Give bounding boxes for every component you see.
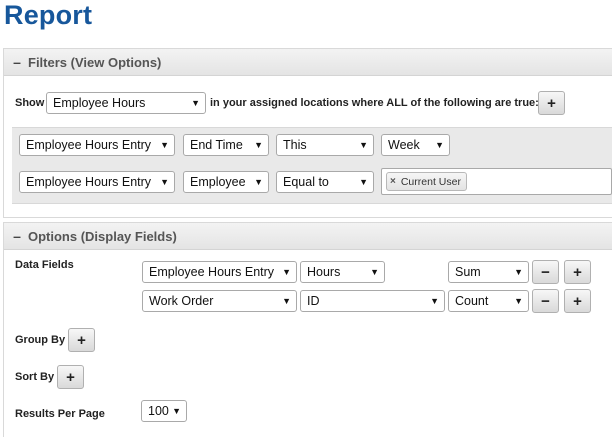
- filter-row-1-operator-select[interactable]: This ▼: [276, 134, 374, 156]
- results-per-page-label: Results Per Page: [15, 408, 105, 420]
- data-field-2-entity-select[interactable]: Work Order ▼: [142, 290, 297, 312]
- minus-icon: −: [541, 263, 550, 281]
- select-value: Count: [455, 294, 489, 308]
- add-filter-button[interactable]: +: [538, 91, 565, 115]
- filter-row-2-value-tag-input[interactable]: × Current User: [381, 168, 612, 195]
- data-field-2-remove-button[interactable]: −: [532, 289, 559, 313]
- data-field-2-field-select[interactable]: ID ▼: [300, 290, 445, 312]
- data-field-2-add-button[interactable]: +: [564, 289, 591, 313]
- filter-row-1-value-select[interactable]: Week ▼: [381, 134, 450, 156]
- chevron-down-icon: ▼: [160, 177, 169, 187]
- select-value: ID: [307, 294, 320, 308]
- filter-row-2-field-select[interactable]: Employee ▼: [183, 171, 269, 193]
- options-panel-header[interactable]: – Options (Display Fields): [4, 223, 612, 250]
- filter-row-1-entity-select[interactable]: Employee Hours Entry ▼: [19, 134, 175, 156]
- chevron-down-icon: ▼: [282, 267, 291, 277]
- data-field-1-aggregate-select[interactable]: Sum ▼: [448, 261, 529, 283]
- select-value: Work Order: [149, 294, 214, 308]
- select-value: Sum: [455, 265, 481, 279]
- filters-panel-header[interactable]: – Filters (View Options): [4, 49, 612, 76]
- data-field-1-remove-button[interactable]: −: [532, 260, 559, 284]
- select-value: Employee: [190, 175, 246, 189]
- data-field-1-entity-select[interactable]: Employee Hours Entry ▼: [142, 261, 297, 283]
- select-value: Hours: [307, 265, 341, 279]
- plus-icon: +: [573, 263, 582, 281]
- page-title: Report: [4, 0, 93, 30]
- locations-text: in your assigned locations where ALL of …: [210, 97, 539, 109]
- plus-icon: +: [77, 331, 86, 349]
- chevron-down-icon: ▼: [430, 296, 439, 306]
- select-value: Employee Hours Entry: [149, 265, 275, 279]
- chevron-down-icon: ▼: [282, 296, 291, 306]
- chevron-down-icon: ▼: [160, 140, 169, 150]
- show-select-value: Employee Hours: [53, 96, 146, 110]
- select-value: Employee Hours Entry: [26, 138, 152, 152]
- chevron-down-icon: ▼: [514, 267, 523, 277]
- data-field-1-field-select[interactable]: Hours ▼: [300, 261, 385, 283]
- chevron-down-icon: ▼: [191, 98, 200, 108]
- chevron-down-icon: ▼: [172, 406, 181, 416]
- select-value: 100: [148, 404, 169, 418]
- minus-icon: −: [541, 292, 550, 310]
- chevron-down-icon: ▼: [359, 177, 368, 187]
- add-sort-by-button[interactable]: +: [57, 365, 84, 389]
- select-value: Equal to: [283, 175, 329, 189]
- plus-icon: +: [547, 94, 556, 112]
- filters-panel-title: Filters (View Options): [28, 54, 162, 70]
- current-user-tag: × Current User: [386, 172, 467, 191]
- plus-icon: +: [66, 368, 75, 386]
- chevron-down-icon: ▼: [370, 267, 379, 277]
- filter-row-1-field-select[interactable]: End Time ▼: [183, 134, 269, 156]
- data-fields-label: Data Fields: [15, 259, 74, 271]
- collapse-icon[interactable]: –: [6, 54, 28, 70]
- group-by-label: Group By: [15, 334, 66, 346]
- data-field-2-aggregate-select[interactable]: Count ▼: [448, 290, 529, 312]
- remove-tag-icon[interactable]: ×: [390, 176, 396, 187]
- chevron-down-icon: ▼: [435, 140, 444, 150]
- chevron-down-icon: ▼: [514, 296, 523, 306]
- select-value: This: [283, 138, 307, 152]
- tag-label: Current User: [400, 175, 461, 188]
- sort-by-label: Sort By: [15, 371, 55, 383]
- show-label: Show: [15, 97, 45, 109]
- options-panel-title: Options (Display Fields): [28, 228, 177, 244]
- chevron-down-icon: ▼: [359, 140, 368, 150]
- filter-row-2-operator-select[interactable]: Equal to ▼: [276, 171, 374, 193]
- select-value: Employee Hours Entry: [26, 175, 152, 189]
- chevron-down-icon: ▼: [254, 140, 263, 150]
- select-value: End Time: [190, 138, 243, 152]
- filter-row-2-entity-select[interactable]: Employee Hours Entry ▼: [19, 171, 175, 193]
- plus-icon: +: [573, 292, 582, 310]
- results-per-page-select[interactable]: 100 ▼: [141, 400, 187, 422]
- collapse-icon[interactable]: –: [6, 228, 28, 244]
- add-group-by-button[interactable]: +: [68, 328, 95, 352]
- chevron-down-icon: ▼: [254, 177, 263, 187]
- show-select[interactable]: Employee Hours ▼: [46, 92, 206, 114]
- select-value: Week: [388, 138, 420, 152]
- data-field-1-add-button[interactable]: +: [564, 260, 591, 284]
